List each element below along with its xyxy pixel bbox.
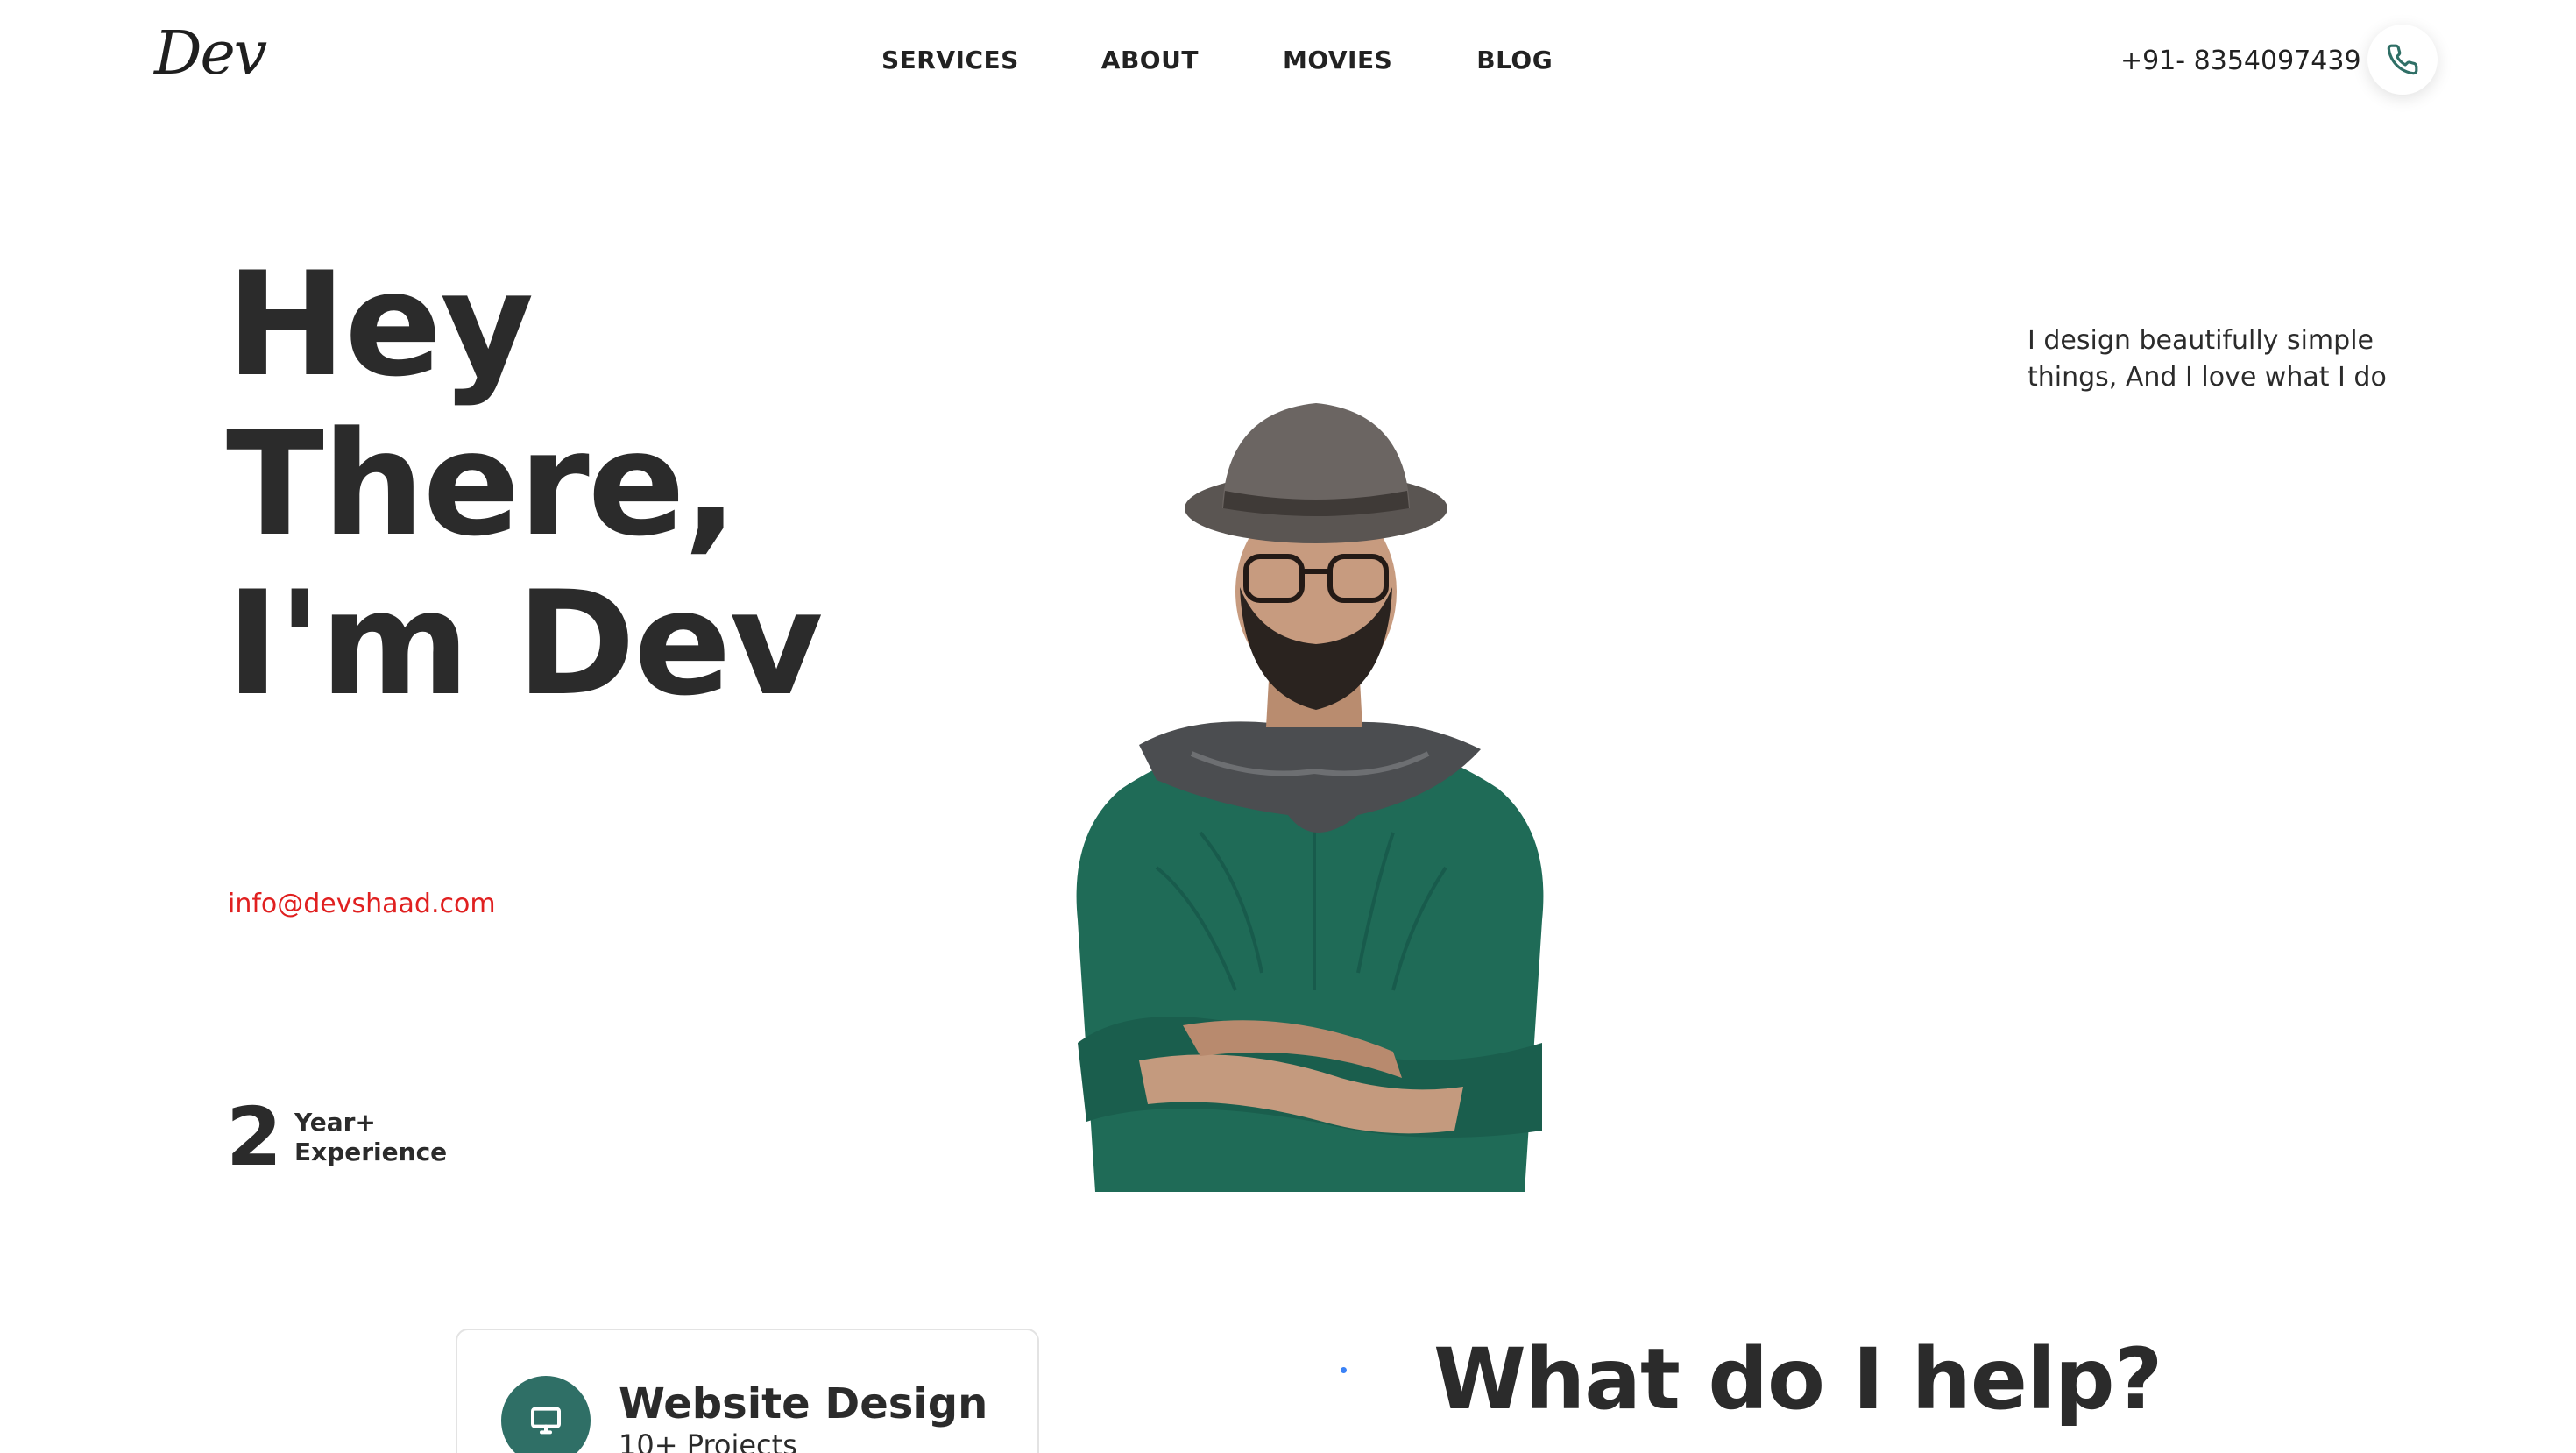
logo[interactable]: Dev xyxy=(154,19,267,89)
experience-label: Year+ Experience xyxy=(294,1108,447,1167)
main-nav: SERVICES ABOUT MOVIES BLOG xyxy=(881,46,1553,74)
experience-stat: 2 Year+ Experience xyxy=(226,1097,447,1178)
hero-title: Hey There, I'm Dev xyxy=(226,241,823,727)
nav-services[interactable]: SERVICES xyxy=(881,46,1019,74)
service-card-subtitle: 10+ Projects xyxy=(619,1428,797,1453)
phone-icon xyxy=(2387,44,2418,75)
portrait-image xyxy=(1076,403,1544,1192)
experience-number: 2 xyxy=(226,1090,283,1184)
nav-blog[interactable]: BLOG xyxy=(1476,46,1553,74)
service-card-icon-bg xyxy=(501,1376,591,1453)
hero-tagline: I design beautifully simple things, And … xyxy=(2028,325,2387,393)
nav-about[interactable]: ABOUT xyxy=(1101,46,1199,74)
service-card-title: Website Design xyxy=(619,1379,988,1428)
phone-button[interactable] xyxy=(2367,25,2438,95)
service-card[interactable]: Website Design 10+ Projects xyxy=(456,1329,1039,1453)
hero-title-line-1: Hey xyxy=(226,241,534,408)
nav-movies[interactable]: MOVIES xyxy=(1283,46,1392,74)
experience-label-line-2: Experience xyxy=(294,1138,448,1166)
experience-label-line-1: Year+ xyxy=(294,1108,376,1137)
phone-number[interactable]: +91- 8354097439 xyxy=(2120,46,2361,76)
hero-title-line-3: I'm Dev xyxy=(226,560,823,727)
decorative-dot xyxy=(1341,1367,1347,1373)
email-link[interactable]: info@devshaad.com xyxy=(228,889,496,919)
section-title: What do I help? xyxy=(1433,1330,2162,1428)
hero-title-line-2: There, xyxy=(226,400,738,568)
monitor-icon xyxy=(531,1407,561,1435)
